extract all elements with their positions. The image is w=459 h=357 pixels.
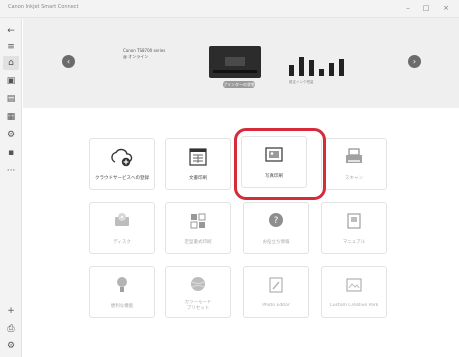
printer-button[interactable]: ⎙: [3, 322, 19, 336]
rail-item-photos[interactable]: ▣: [3, 74, 19, 88]
ink-bar: [329, 63, 334, 76]
printer-image: [209, 46, 261, 78]
minimize-button[interactable]: –: [402, 3, 414, 14]
rail-item-home[interactable]: ⌂: [3, 56, 19, 70]
printer-info: Canon TS8700 series @ オンライン: [123, 48, 165, 60]
tile-convenient-label: 便利な機能: [110, 304, 134, 309]
navigation-rail: ← ≡ ⌂ ▣ ▤ ▦ ⚙ ▪ ··· + ⎙ ⚙: [0, 18, 22, 357]
apps-icon: ▪: [7, 147, 15, 158]
printer-status-button[interactable]: プリンターの状態: [223, 81, 255, 88]
tile-document-label: 文書印刷: [189, 176, 207, 181]
tile-scan-label: スキャン: [345, 176, 363, 181]
rail-item-more[interactable]: ···: [3, 164, 19, 178]
tile-cloud-label: クラウドサービスへの登録: [95, 176, 149, 181]
home-icon: ⌂: [8, 57, 14, 68]
printer-panel: [225, 57, 245, 66]
gear-icon: ⚙: [6, 340, 16, 351]
tile-manual-label: マニュアル: [342, 240, 366, 245]
svg-text:?: ?: [274, 216, 279, 226]
tile-scan[interactable]: スキャン: [321, 138, 387, 190]
close-button[interactable]: ×: [440, 3, 452, 14]
menu-button[interactable]: ≡: [3, 40, 19, 54]
disc-print-icon: [90, 211, 154, 231]
manual-icon: [322, 211, 386, 231]
help-icon: ?: [244, 211, 308, 231]
more-icon: ···: [6, 165, 16, 176]
tile-help-info[interactable]: ? お役立ち情報: [243, 202, 309, 254]
app-settings-button[interactable]: ⚙: [3, 339, 19, 353]
document-grid-icon: [166, 147, 230, 167]
tile-photo-editor-label: Photo Editor: [262, 303, 290, 308]
printer-banner: ‹ Canon TS8700 series @ オンライン プリンターの状態 推…: [23, 18, 459, 108]
prev-printer-button[interactable]: ‹: [62, 55, 75, 68]
back-arrow-icon: ←: [7, 25, 15, 36]
photo-editor-icon: [244, 275, 308, 295]
plus-icon: +: [7, 305, 15, 316]
maximize-button[interactable]: □: [420, 3, 432, 14]
ink-bar: [299, 57, 304, 76]
tile-document-print[interactable]: 文書印刷: [165, 138, 231, 190]
settings-icon: ⚙: [6, 129, 16, 140]
printer-status: @ オンライン: [123, 54, 149, 59]
tile-color-preset-label: カラーモード プリセット: [184, 300, 212, 311]
hamburger-icon: ≡: [7, 41, 15, 52]
tile-color-preset[interactable]: カラーモード プリセット: [165, 266, 231, 318]
scan-icon: ▦: [6, 111, 16, 122]
lightbulb-icon: [90, 275, 154, 295]
window-title: Canon Inkjet Smart Connect: [8, 4, 79, 10]
tile-creative-park-label: Custom Creative Park: [329, 303, 379, 308]
photo-icon: ▣: [6, 75, 16, 86]
tile-manual[interactable]: マニュアル: [321, 202, 387, 254]
rail-item-documents[interactable]: ▤: [3, 92, 19, 106]
tile-help-label: お役立ち情報: [262, 240, 290, 245]
ink-level-label: 推定インク残量: [289, 80, 314, 84]
tile-template-label: 定型書式印刷: [184, 240, 212, 245]
rail-item-scan[interactable]: ▦: [3, 110, 19, 124]
tile-convenient-functions[interactable]: 便利な機能: [89, 266, 155, 318]
ink-bar: [319, 69, 324, 76]
document-icon: ▤: [6, 93, 16, 104]
title-bar: Canon Inkjet Smart Connect – □ ×: [0, 0, 459, 18]
tile-disc-print[interactable]: ディスク: [89, 202, 155, 254]
next-printer-button[interactable]: ›: [408, 55, 421, 68]
printer-tray: [213, 70, 257, 73]
scanner-icon: [322, 147, 386, 167]
tile-photo-editor[interactable]: Photo Editor: [243, 266, 309, 318]
tile-cloud-service[interactable]: クラウドサービスへの登録: [89, 138, 155, 190]
ink-bar: [339, 59, 344, 76]
color-globe-icon: [166, 275, 230, 295]
rail-item-settings[interactable]: ⚙: [3, 128, 19, 142]
creative-park-icon: [322, 275, 386, 295]
tile-disc-label: ディスク: [113, 240, 131, 245]
tile-creative-park[interactable]: Custom Creative Park: [321, 266, 387, 318]
cloud-add-icon: [90, 147, 154, 167]
ink-bar: [309, 60, 314, 76]
photo-print-highlight: [234, 128, 326, 200]
back-button[interactable]: ←: [3, 24, 19, 38]
template-icon: [166, 211, 230, 231]
ink-bar: [289, 65, 294, 76]
printer-icon: ⎙: [7, 323, 15, 334]
rail-item-apps[interactable]: ▪: [3, 146, 19, 160]
tile-template-print[interactable]: 定型書式印刷: [165, 202, 231, 254]
add-printer-button[interactable]: +: [3, 304, 19, 318]
